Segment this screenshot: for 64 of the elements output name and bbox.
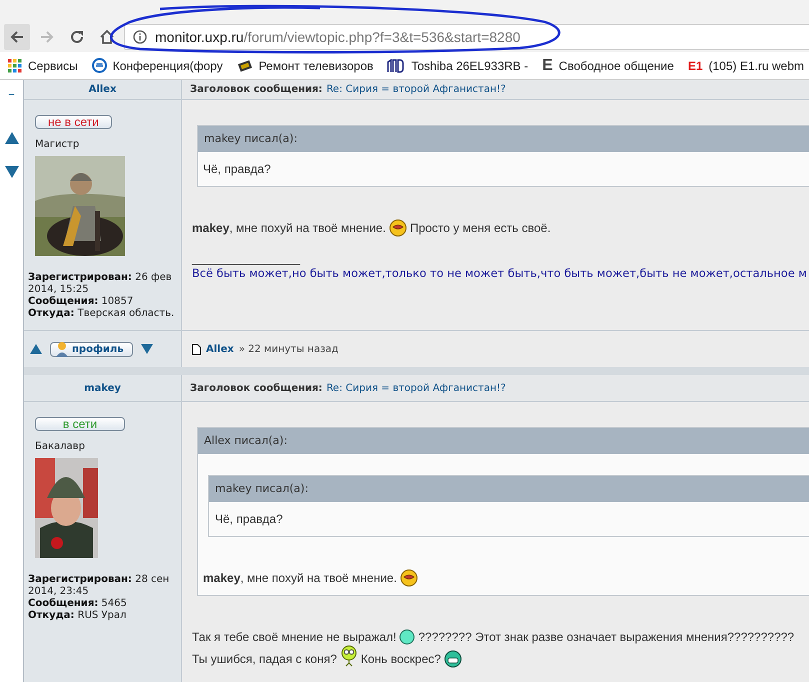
down-arrow-icon (140, 344, 153, 354)
status-badge: не в сети (35, 115, 112, 129)
profile-detail: Сообщения: 10857 (28, 296, 134, 308)
profile-detail: Откуда: Тверская область. (28, 308, 176, 320)
author-name[interactable]: Allex (24, 80, 182, 100)
post-time: » 22 минуты назад (238, 344, 338, 354)
goggle-eyed-smiley-icon (340, 645, 358, 667)
message-text: Просто у меня есть своё. (410, 220, 551, 237)
profile-detail: Сообщения: 5465 (28, 598, 128, 610)
bookmark-link[interactable]: (105) E1.ru webm (708, 58, 804, 72)
up-arrow-icon (4, 132, 18, 144)
status-badge: в сети (35, 417, 125, 431)
message-text: ???????? Этот знак разве означает выражения мнения?????????? (418, 629, 794, 646)
signature-rule: __________________ (192, 251, 302, 265)
forward-arrow-icon (39, 29, 55, 45)
address-bar[interactable]: monitor.uxp.ru/forum/viewtopic.php?f=3&t=536&start=8280 (124, 24, 809, 50)
profile-button[interactable]: профиль (50, 342, 133, 356)
message-text: Конь воскрес? (360, 651, 441, 668)
bookmark-link[interactable]: Конференция(фору (112, 58, 223, 72)
bookmark-link[interactable]: Свободное общение (558, 58, 674, 72)
circle-smiley-icon (399, 629, 416, 645)
smiley-icon (388, 219, 407, 237)
signature-text: Всё быть может,но быть может,только то не может быть,что быть может,быть не может,остальное м (192, 267, 808, 280)
down-arrow-icon (4, 166, 18, 178)
home-icon (99, 29, 115, 45)
subject-label: Заголовок сообщения: (190, 382, 322, 394)
info-icon (133, 30, 147, 44)
back-button[interactable] (4, 24, 30, 50)
globe-icon (92, 58, 107, 73)
message-text: Чё, правда? (203, 161, 271, 178)
bookmark-logo-icon: E1 (688, 58, 703, 72)
profile-detail: Откуда: RUS Урал (28, 610, 128, 622)
up-arrow-icon (30, 344, 42, 354)
smiley-icon (400, 569, 418, 587)
page-icon (192, 344, 201, 354)
user-rank: Магистр (35, 139, 80, 150)
user-rank: Бакалавр (35, 441, 85, 452)
message-text: Так я тебе своё мнение не выражал! (192, 629, 396, 646)
bookmark-logo-icon: E (542, 58, 553, 72)
subject-link[interactable]: Re: Сирия = второй Афганистан!? (326, 382, 506, 394)
reload-icon (69, 29, 85, 45)
profile-detail: Зарегистрирован: 26 фев 2014, 15:25 (28, 272, 173, 296)
message-text: makey, мне похуй на твоё мнение. (192, 220, 386, 237)
message-text: Чё, правда? (215, 511, 283, 528)
user-icon (55, 341, 69, 357)
author-name[interactable]: makey (24, 375, 182, 402)
quote-header: makey писал(а): (198, 126, 809, 152)
bookmark-link[interactable]: Toshiba 26EL933RB - (411, 58, 528, 72)
author-link[interactable]: Allex (206, 344, 234, 354)
bookmark-link[interactable]: Сервисы (28, 58, 78, 72)
apps-grid-icon (8, 58, 22, 72)
bookmark-link[interactable]: Ремонт телевизоров (258, 58, 374, 72)
collapse-toggle[interactable]: – (8, 88, 15, 102)
bars-logo-icon (387, 58, 406, 72)
message-text: Ты ушибся, падая с коня? (192, 651, 337, 668)
quote-header: makey писал(а): (209, 476, 809, 502)
back-arrow-icon (9, 29, 25, 45)
quote-header: Allex писал(а): (198, 428, 809, 454)
subject-link[interactable]: Re: Сирия = второй Афганистан!? (326, 84, 506, 95)
message-text: makey, мне похуй на твоё мнение. (203, 570, 397, 587)
subject-label: Заголовок сообщения: (190, 84, 322, 95)
url-text: monitor.uxp.ru/forum/viewtopic.php?f=3&t=536&start=8280 (155, 29, 520, 45)
profile-detail: Зарегистрирован: 28 сен 2014, 23:45 (28, 574, 170, 598)
grinning-smiley-icon (444, 650, 462, 668)
